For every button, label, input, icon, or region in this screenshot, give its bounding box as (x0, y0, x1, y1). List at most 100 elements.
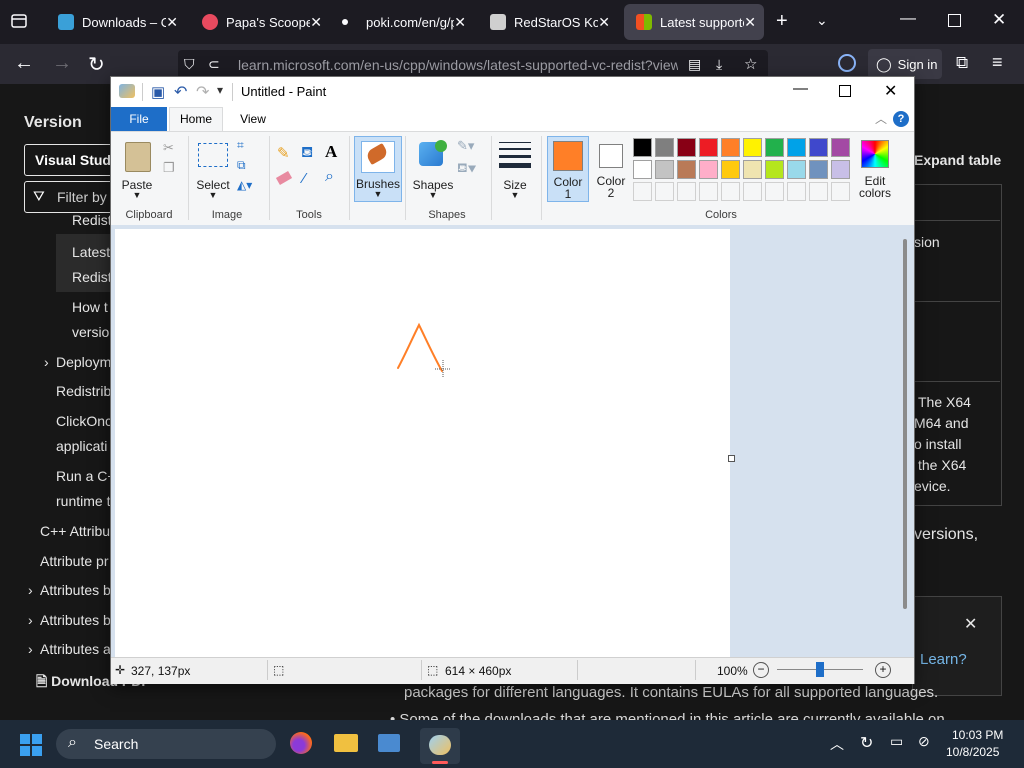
palette-color-swatch[interactable] (677, 138, 696, 157)
toc-item[interactable]: Attributes a (40, 641, 111, 657)
toc-item[interactable]: Attribute pr (40, 553, 108, 569)
close-icon[interactable]: ✕ (964, 614, 977, 634)
palette-color-swatch[interactable] (677, 160, 696, 179)
file-menu-button[interactable]: File (111, 107, 167, 131)
filter-input[interactable]: ⛛ Filter by (24, 181, 116, 213)
toc-chevron-icon[interactable]: › (28, 582, 33, 598)
pencil-icon[interactable]: ✎ (277, 144, 290, 162)
reload-icon[interactable]: ↻ (88, 52, 105, 77)
network-icon[interactable]: ▭ (890, 733, 903, 750)
palette-color-swatch[interactable] (809, 160, 828, 179)
start-windows-icon[interactable] (20, 734, 42, 756)
palette-color-swatch[interactable] (765, 160, 784, 179)
tab-downloads[interactable]: Downloads – On ✕ (46, 4, 186, 40)
palette-custom-slot[interactable] (765, 182, 784, 201)
paste-button[interactable]: Paste ▼ (119, 138, 155, 200)
palette-color-swatch[interactable] (633, 138, 652, 157)
close-icon[interactable]: ✕ (454, 14, 466, 31)
restore-icon[interactable] (948, 14, 961, 27)
shapes-button[interactable]: Shapes ▼ (411, 138, 455, 200)
outline-icon[interactable]: ✎▾ (457, 138, 474, 154)
learn-link[interactable]: Learn? (920, 651, 967, 668)
close-window-icon[interactable]: ✕ (884, 81, 897, 101)
palette-color-swatch[interactable] (721, 160, 740, 179)
firefox-icon[interactable] (290, 732, 312, 754)
palette-color-swatch[interactable] (787, 138, 806, 157)
color1-button[interactable]: Color 1 (547, 136, 589, 202)
palette-color-swatch[interactable] (831, 160, 850, 179)
palette-color-swatch[interactable] (721, 138, 740, 157)
chevron-up-icon[interactable]: ︿ (830, 734, 844, 754)
file-explorer-icon[interactable] (334, 734, 358, 752)
extension-icon[interactable] (838, 54, 856, 72)
tab-home[interactable]: Home (169, 107, 223, 131)
close-icon[interactable]: ✕ (166, 14, 178, 31)
remote-desktop-icon[interactable] (378, 734, 400, 752)
crop-icon[interactable]: ⌗ (237, 138, 244, 153)
eraser-icon[interactable] (275, 171, 293, 185)
vertical-scrollbar[interactable] (903, 239, 907, 609)
toc-chevron-icon[interactable]: › (28, 612, 33, 628)
color2-button[interactable]: Color 2 (591, 136, 631, 200)
drawing-canvas[interactable] (115, 229, 730, 657)
close-icon[interactable]: ✕ (598, 14, 610, 31)
palette-color-swatch[interactable] (655, 160, 674, 179)
fill-icon[interactable]: ⛾▾ (457, 160, 476, 178)
menu-icon[interactable]: ≡ (992, 52, 1003, 73)
toc-chevron-icon[interactable]: › (44, 354, 49, 370)
palette-color-swatch[interactable] (765, 138, 784, 157)
collapse-ribbon-icon[interactable]: ︿ (875, 110, 887, 127)
minimize-icon[interactable]: — (793, 80, 808, 97)
tab-latest-supported[interactable]: Latest supported ✕ (624, 4, 764, 40)
select-button[interactable]: Select ▼ (195, 138, 231, 200)
chevron-down-icon[interactable]: ⌄ (816, 12, 828, 29)
bookmark-star-icon[interactable]: ☆ (744, 55, 757, 73)
size-button[interactable]: Size ▼ (497, 138, 533, 200)
palette-color-swatch[interactable] (655, 138, 674, 157)
copy-icon[interactable]: ❐ (163, 160, 175, 176)
palette-custom-slot[interactable] (633, 182, 652, 201)
palette-color-swatch[interactable] (831, 138, 850, 157)
close-icon[interactable]: ✕ (744, 14, 756, 31)
edit-colors-button[interactable]: Edit colors (855, 136, 895, 200)
palette-color-swatch[interactable] (743, 160, 762, 179)
brushes-button[interactable]: Brushes ▼ (354, 136, 402, 202)
toc-item[interactable]: Redistrib (56, 383, 111, 399)
close-icon[interactable]: ✕ (310, 14, 322, 31)
taskbar-search-box[interactable]: ⌕ Search (56, 729, 276, 759)
new-tab-icon[interactable]: + (776, 10, 788, 33)
text-tool-icon[interactable]: A (325, 142, 337, 162)
rotate-icon[interactable]: ◭▾ (237, 178, 252, 192)
zoom-in-icon[interactable]: + (875, 662, 891, 678)
palette-custom-slot[interactable] (655, 182, 674, 201)
toc-item[interactable]: How t (72, 299, 108, 315)
toc-item[interactable]: Redist (72, 212, 112, 228)
undo-icon[interactable]: ↶ (174, 82, 187, 102)
toc-item[interactable]: ClickOnc (56, 413, 112, 429)
palette-custom-slot[interactable] (721, 182, 740, 201)
tab-poki[interactable]: poki.com/en/g/p ✕ (334, 4, 474, 40)
palette-color-swatch[interactable] (699, 138, 718, 157)
extensions-puzzle-icon[interactable]: ⧉ (956, 53, 968, 73)
toc-chevron-icon[interactable]: › (28, 641, 33, 657)
toc-item[interactable]: Attributes b (40, 582, 111, 598)
tab-view[interactable]: View (231, 107, 275, 131)
redo-icon[interactable]: ↷ (196, 82, 209, 102)
customize-toolbar-icon[interactable]: ▾ (217, 83, 223, 97)
palette-custom-slot[interactable] (787, 182, 806, 201)
palette-color-swatch[interactable] (633, 160, 652, 179)
reader-view-icon[interactable]: ▤ (688, 56, 701, 73)
cut-icon[interactable]: ✂ (163, 140, 174, 156)
palette-color-swatch[interactable] (699, 160, 718, 179)
resize-icon[interactable]: ⧉ (237, 158, 246, 173)
palette-custom-slot[interactable] (699, 182, 718, 201)
help-icon[interactable]: ? (893, 111, 909, 127)
palette-custom-slot[interactable] (831, 182, 850, 201)
save-icon[interactable]: ▣ (151, 83, 165, 101)
paint-taskbar-button[interactable] (420, 728, 460, 764)
magnifier-icon[interactable]: ⌕ (325, 168, 334, 186)
tab-overview-icon[interactable] (10, 12, 30, 30)
close-window-icon[interactable]: ✕ (992, 10, 1006, 30)
palette-custom-slot[interactable] (677, 182, 696, 201)
toc-item[interactable]: Run a C+ (56, 468, 116, 484)
